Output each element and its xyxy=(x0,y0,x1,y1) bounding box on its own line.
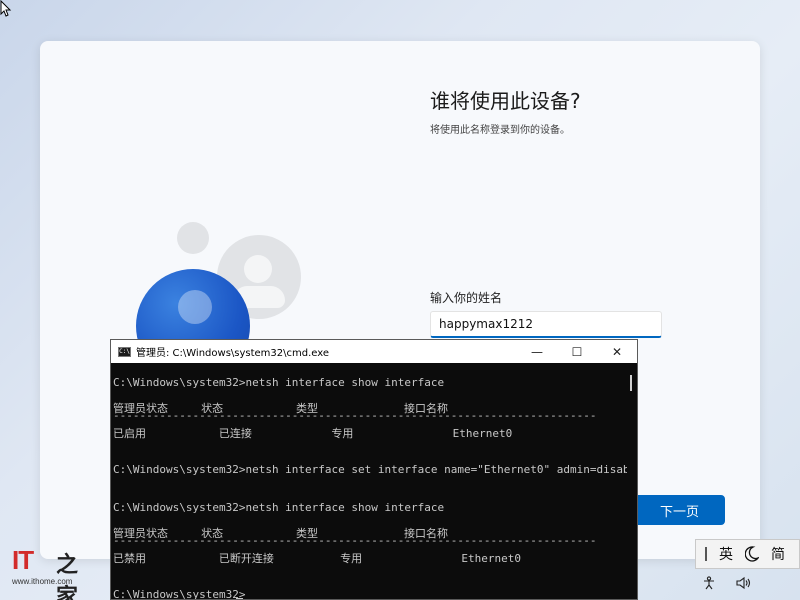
console-line: 已启用 已连接 专用 Ethernet0 xyxy=(113,427,513,440)
close-button[interactable]: ✕ xyxy=(597,340,637,363)
name-input[interactable]: happymax1212 xyxy=(430,311,662,338)
window-controls: — ☐ ✕ xyxy=(517,340,637,363)
cmd-titlebar[interactable]: C:\ 管理员: C:\Windows\system32\cmd.exe — ☐… xyxy=(111,340,637,363)
cmd-window[interactable]: C:\ 管理员: C:\Windows\system32\cmd.exe — ☐… xyxy=(110,339,638,600)
console-line: C:\Windows\system32> xyxy=(113,588,246,599)
mouse-pointer-icon xyxy=(0,0,12,17)
maximize-button[interactable]: ☐ xyxy=(557,340,597,363)
accessibility-icon[interactable] xyxy=(702,576,716,590)
next-button[interactable]: 下一页 xyxy=(634,495,725,525)
text-cursor xyxy=(236,598,243,599)
console-line: C:\Windows\system32>netsh interface set … xyxy=(113,463,627,476)
console-output[interactable]: C:\Windows\system32>netsh interface show… xyxy=(111,363,627,599)
moon-icon[interactable] xyxy=(745,546,759,562)
cmd-window-title: 管理员: C:\Windows\system32\cmd.exe xyxy=(136,348,330,359)
ithome-logo: IT 之家 www.ithome.com xyxy=(12,545,92,600)
ime-drag-handle[interactable] xyxy=(705,547,707,561)
ime-toolbar: 英 简 xyxy=(695,539,800,569)
avatar-gray-head xyxy=(244,255,272,283)
system-tray xyxy=(700,574,800,592)
cmd-app-icon: C:\ xyxy=(118,346,131,357)
scrollbar-thumb[interactable] xyxy=(630,375,632,391)
console-line: C:\Windows\system32>netsh interface show… xyxy=(113,501,445,514)
console-line: ----------------------------------------… xyxy=(113,409,597,422)
page-title: 谁将使用此设备? xyxy=(430,89,581,113)
console-line: C:\Windows\system32>netsh interface show… xyxy=(113,376,445,389)
logo-zh-text: 之家 xyxy=(56,553,79,600)
console-line: ----------------------------------------… xyxy=(113,534,597,547)
name-field-label: 输入你的姓名 xyxy=(430,291,503,305)
minimize-button[interactable]: — xyxy=(517,340,557,363)
ime-language-toggle[interactable]: 英 xyxy=(719,544,733,564)
page-subtitle: 将使用此名称登录到你的设备。 xyxy=(430,125,570,136)
scrollbar[interactable] xyxy=(627,363,637,599)
ime-mode-toggle[interactable]: 简 xyxy=(771,544,785,564)
avatar-decoration-small xyxy=(177,222,209,254)
logo-url: www.ithome.com xyxy=(12,577,73,586)
volume-icon[interactable] xyxy=(736,576,752,590)
avatar-blue-head xyxy=(178,290,212,324)
logo-it-text: IT xyxy=(12,545,34,575)
console-line: 已禁用 已断开连接 专用 Ethernet0 xyxy=(113,552,522,565)
